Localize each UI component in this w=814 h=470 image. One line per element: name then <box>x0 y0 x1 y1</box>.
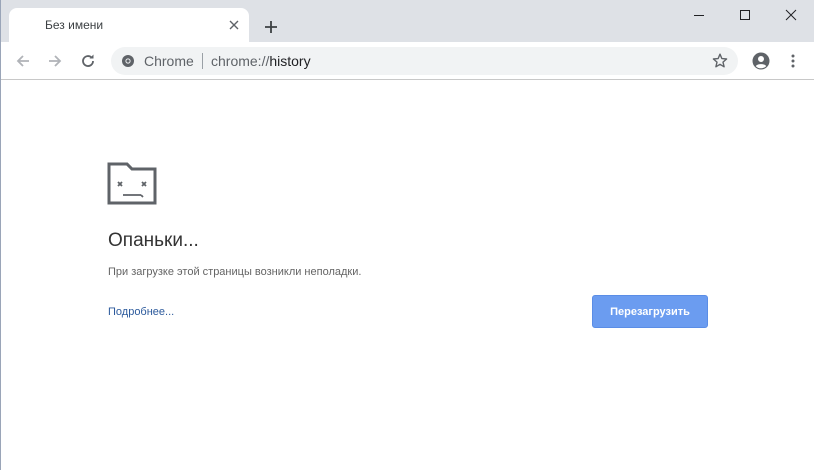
close-icon[interactable] <box>226 17 242 33</box>
maximize-icon <box>740 10 750 20</box>
minimize-icon <box>694 15 704 16</box>
browser-window: Без имени Chrome chrome://history Опаньк… <box>0 0 814 470</box>
reload-button[interactable] <box>76 49 100 73</box>
url-host: history <box>269 53 311 69</box>
window-controls <box>676 0 814 30</box>
error-heading: Опаньки... <box>108 230 199 251</box>
back-button[interactable] <box>11 49 35 73</box>
window-close-button[interactable] <box>768 0 814 30</box>
new-tab-button[interactable] <box>257 14 285 40</box>
toolbar: Chrome chrome://history <box>1 42 814 80</box>
arrow-right-icon <box>49 55 62 67</box>
chrome-icon[interactable] <box>121 54 135 68</box>
details-link[interactable]: Подробнее... <box>108 306 174 318</box>
more-vert-icon <box>791 54 795 68</box>
site-chip-label: Chrome <box>144 53 194 69</box>
address-bar[interactable]: Chrome chrome://history <box>111 47 738 75</box>
url-text: chrome://history <box>211 53 311 69</box>
close-icon <box>785 9 797 21</box>
tab-strip: Без имени <box>1 0 814 42</box>
profile-button[interactable] <box>749 49 773 73</box>
plus-icon <box>265 21 277 33</box>
error-message: При загрузке этой страницы возникли непо… <box>108 266 362 278</box>
reload-page-button[interactable]: Перезагрузить <box>592 295 708 328</box>
arrow-left-icon <box>16 55 29 67</box>
sad-folder-icon <box>107 162 157 205</box>
minimize-button[interactable] <box>676 0 722 30</box>
maximize-button[interactable] <box>722 0 768 30</box>
error-page: Опаньки... При загрузке этой страницы во… <box>1 80 814 469</box>
star-icon[interactable] <box>711 52 729 70</box>
url-scheme: chrome:// <box>211 53 270 69</box>
menu-button[interactable] <box>781 49 805 73</box>
forward-button[interactable] <box>43 49 67 73</box>
account-icon <box>752 52 770 70</box>
tab-untitled[interactable]: Без имени <box>9 8 249 42</box>
reload-icon <box>82 54 94 67</box>
omnibox-separator <box>202 53 203 69</box>
tab-title: Без имени <box>45 18 104 32</box>
